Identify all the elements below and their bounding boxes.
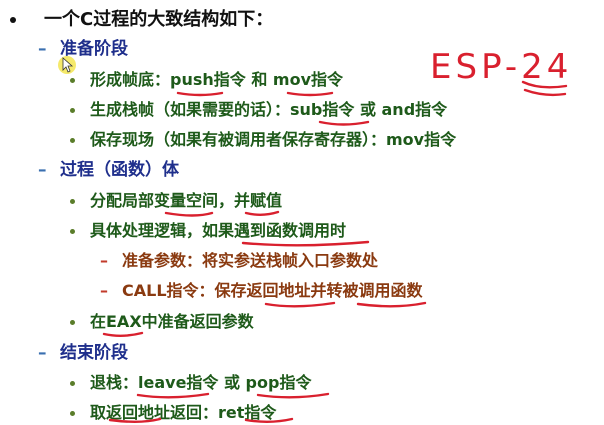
list-item-text: 具体处理逻辑，如果遇到函数调用时 bbox=[90, 221, 347, 240]
dash-bullet: – bbox=[38, 160, 47, 180]
dash-bullet: – bbox=[100, 281, 108, 300]
list-item-text: 分配局部变量空间，并赋值 bbox=[90, 191, 283, 210]
section-title-prepare: – 准备阶段 bbox=[38, 41, 128, 58]
underline-sub bbox=[318, 120, 370, 126]
list-item: 取返回地址返回：ret指令 bbox=[70, 405, 276, 421]
list-item-text: 退栈：leave指令 或 pop指令 bbox=[90, 373, 312, 392]
bullet bbox=[70, 132, 90, 148]
bullet bbox=[70, 314, 90, 330]
bullet bbox=[10, 11, 44, 29]
sub-list-item: – 准备参数：将实参送栈帧入口参数处 bbox=[100, 253, 378, 269]
underline-push bbox=[176, 91, 224, 97]
bullet bbox=[70, 223, 90, 239]
section-title-text: 结束阶段 bbox=[60, 343, 128, 363]
underline-return-address bbox=[264, 301, 336, 308]
underline-callee bbox=[356, 301, 427, 308]
underline-mov bbox=[286, 91, 334, 97]
list-item: 生成栈帧（如果需要的话）：sub指令 或 and指令 bbox=[70, 102, 447, 118]
section-title-body: – 过程（函数）体 bbox=[38, 162, 179, 179]
list-item: 分配局部变量空间，并赋值 bbox=[70, 193, 282, 209]
outline-heading-row: 一个C过程的大致结构如下： bbox=[10, 11, 273, 29]
list-item-text: 保存现场（如果有被调用者保存寄存器）：mov指令 bbox=[90, 130, 457, 149]
dash-bullet: – bbox=[100, 251, 108, 270]
underline-assign bbox=[244, 210, 280, 216]
list-item: 退栈：leave指令 或 pop指令 bbox=[70, 375, 311, 391]
sub-list-item-text: 准备参数：将实参送栈帧入口参数处 bbox=[122, 251, 379, 270]
list-item-text: 取返回地址返回：ret指令 bbox=[90, 403, 277, 422]
underline-function-call bbox=[241, 240, 370, 247]
section-title-end: – 结束阶段 bbox=[38, 345, 128, 362]
list-item: 形成帧底：push指令 和 mov指令 bbox=[70, 72, 343, 88]
dash-bullet: – bbox=[38, 343, 47, 363]
note-underline bbox=[523, 88, 567, 97]
list-item: 保存现场（如果有被调用者保存寄存器）：mov指令 bbox=[70, 132, 456, 148]
sub-list-item: – CALL指令：保存返回地址并转被调用函数 bbox=[100, 283, 423, 299]
underline-eax bbox=[102, 331, 144, 337]
bullet bbox=[70, 405, 90, 421]
handwritten-note: ESP-24 bbox=[430, 47, 572, 87]
bullet bbox=[70, 375, 90, 391]
underline-pop bbox=[256, 392, 330, 399]
sub-list-item-text: CALL指令：保存返回地址并转被调用函数 bbox=[122, 281, 423, 300]
list-item: 在EAX中准备返回参数 bbox=[70, 314, 254, 330]
pointer-cursor-icon bbox=[58, 56, 76, 74]
list-item-text: 形成帧底：push指令 和 mov指令 bbox=[90, 70, 343, 89]
bullet bbox=[70, 102, 90, 118]
outline-heading: 一个C过程的大致结构如下： bbox=[44, 9, 274, 30]
list-item: 具体处理逻辑，如果遇到函数调用时 bbox=[70, 223, 346, 239]
section-title-text: 过程（函数）体 bbox=[60, 160, 179, 180]
list-item-text: 在EAX中准备返回参数 bbox=[90, 312, 254, 331]
bullet bbox=[70, 193, 90, 209]
underline-local-var bbox=[164, 211, 214, 217]
note-underline bbox=[521, 80, 568, 89]
list-item-text: 生成栈帧（如果需要的话）：sub指令 或 and指令 bbox=[90, 100, 448, 119]
underline-leave bbox=[136, 392, 210, 399]
